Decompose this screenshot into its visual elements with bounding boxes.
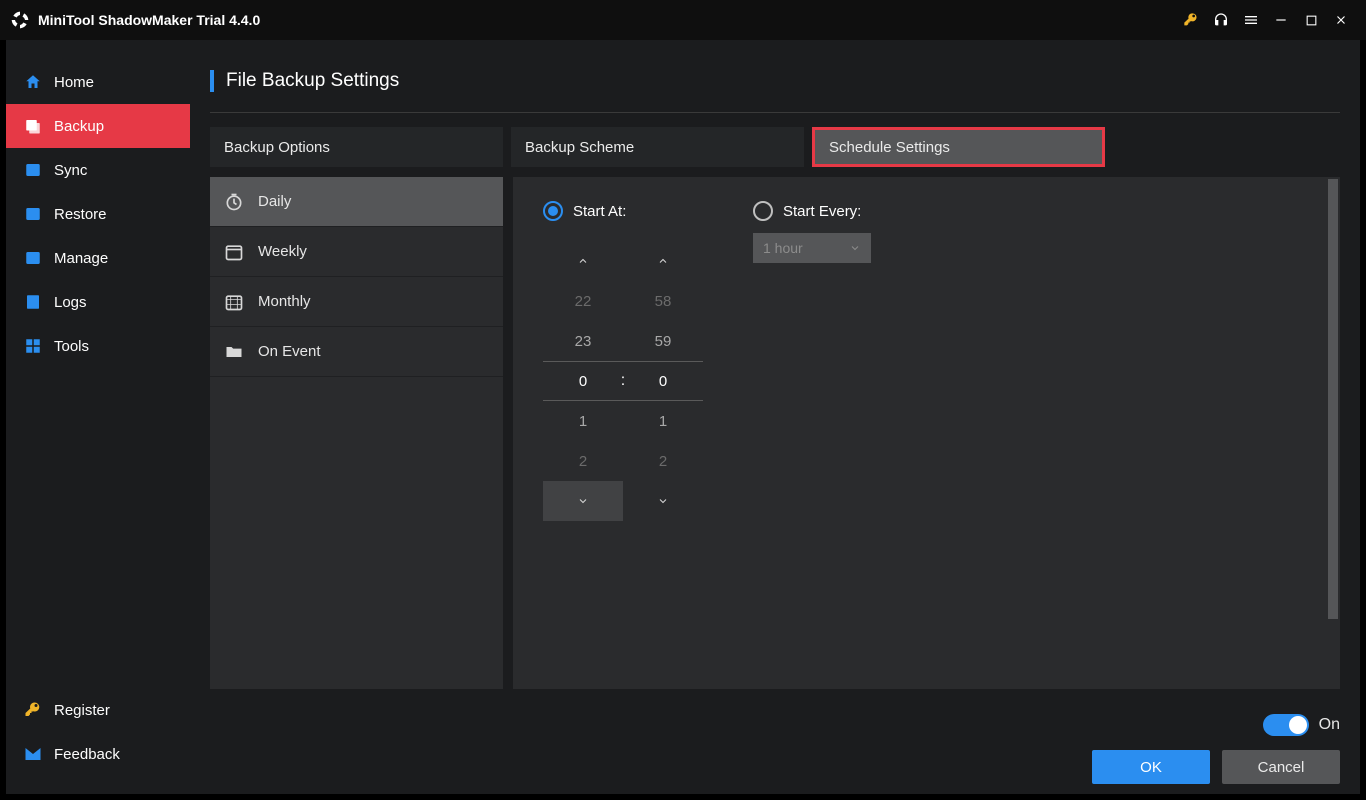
clock-icon xyxy=(224,192,244,212)
hour-option[interactable]: 23 xyxy=(543,321,623,361)
radio-icon xyxy=(753,201,773,221)
schedule-config-panel: Start At: 22 58 23 xyxy=(513,177,1340,689)
mail-icon xyxy=(24,745,42,763)
restore-icon xyxy=(24,205,42,223)
sidebar-item-restore[interactable]: Restore xyxy=(6,192,190,236)
toggle-label: On xyxy=(1319,716,1340,734)
app-title: MiniTool ShadowMaker Trial 4.4.0 xyxy=(38,12,260,28)
time-picker: 22 58 23 59 0 : 0 1 xyxy=(543,241,703,521)
tab-label: Backup Scheme xyxy=(525,139,634,156)
sidebar-item-label: Manage xyxy=(54,250,108,267)
schedule-toggle[interactable] xyxy=(1263,714,1309,736)
ok-button[interactable]: OK xyxy=(1092,750,1210,784)
freq-on-event[interactable]: On Event xyxy=(210,327,503,377)
sidebar-item-feedback[interactable]: Feedback xyxy=(6,732,190,776)
divider xyxy=(210,112,1340,113)
close-icon[interactable] xyxy=(1326,5,1356,35)
radio-icon xyxy=(543,201,563,221)
radio-start-at[interactable]: Start At: xyxy=(543,201,703,221)
minute-selected[interactable]: 0 xyxy=(623,361,703,401)
chevron-down-icon xyxy=(849,242,861,254)
freq-label: Weekly xyxy=(258,243,307,260)
app-logo-icon xyxy=(10,10,30,30)
frequency-panel: Daily Weekly Monthly On Event xyxy=(210,177,503,689)
page-title: File Backup Settings xyxy=(226,70,399,92)
key-icon xyxy=(24,701,42,719)
minute-up-button[interactable] xyxy=(623,241,703,281)
hour-selected[interactable]: 0 xyxy=(543,361,623,401)
freq-label: Monthly xyxy=(258,293,311,310)
minute-down-button[interactable] xyxy=(623,481,703,521)
maximize-icon[interactable] xyxy=(1296,5,1326,35)
hour-option[interactable]: 22 xyxy=(543,281,623,321)
sync-icon xyxy=(24,161,42,179)
tab-backup-options[interactable]: Backup Options xyxy=(210,127,503,167)
tools-icon xyxy=(24,337,42,355)
sidebar-item-backup[interactable]: Backup xyxy=(6,104,190,148)
minute-option[interactable]: 2 xyxy=(623,441,703,481)
main-panel: File Backup Settings Backup Options Back… xyxy=(190,40,1360,794)
sidebar-item-label: Tools xyxy=(54,338,89,355)
minimize-icon[interactable] xyxy=(1266,5,1296,35)
sidebar-item-register[interactable]: Register xyxy=(6,688,190,732)
sidebar-item-label: Logs xyxy=(54,294,87,311)
dropdown-value: 1 hour xyxy=(763,240,803,256)
minute-option[interactable]: 59 xyxy=(623,321,703,361)
sidebar-item-tools[interactable]: Tools xyxy=(6,324,190,368)
headset-icon[interactable] xyxy=(1206,5,1236,35)
button-label: OK xyxy=(1140,759,1162,776)
time-separator: : xyxy=(621,372,625,390)
radio-start-every[interactable]: Start Every: xyxy=(753,201,871,221)
hour-option[interactable]: 2 xyxy=(543,441,623,481)
hour-down-button[interactable] xyxy=(543,481,623,521)
tab-backup-scheme[interactable]: Backup Scheme xyxy=(511,127,804,167)
sidebar-item-sync[interactable]: Sync xyxy=(6,148,190,192)
sidebar: Home Backup Sync Restore Manage Logs Too… xyxy=(6,40,190,794)
cancel-button[interactable]: Cancel xyxy=(1222,750,1340,784)
tab-label: Backup Options xyxy=(224,139,330,156)
freq-weekly[interactable]: Weekly xyxy=(210,227,503,277)
hour-up-button[interactable] xyxy=(543,241,623,281)
freq-monthly[interactable]: Monthly xyxy=(210,277,503,327)
menu-icon[interactable] xyxy=(1236,5,1266,35)
freq-label: On Event xyxy=(258,343,321,360)
folder-icon xyxy=(224,342,244,362)
tab-label: Schedule Settings xyxy=(829,139,950,156)
key-icon[interactable] xyxy=(1176,5,1206,35)
sidebar-item-home[interactable]: Home xyxy=(6,60,190,104)
radio-label: Start Every: xyxy=(783,203,861,220)
interval-dropdown[interactable]: 1 hour xyxy=(753,233,871,263)
scrollbar[interactable] xyxy=(1328,179,1338,619)
home-icon xyxy=(24,73,42,91)
sidebar-item-logs[interactable]: Logs xyxy=(6,280,190,324)
tabs: Backup Options Backup Scheme Schedule Se… xyxy=(210,127,1340,167)
freq-daily[interactable]: Daily xyxy=(210,177,503,227)
button-label: Cancel xyxy=(1258,759,1305,776)
title-accent xyxy=(210,70,214,92)
tab-schedule-settings[interactable]: Schedule Settings xyxy=(812,127,1105,167)
radio-label: Start At: xyxy=(573,203,626,220)
sidebar-item-manage[interactable]: Manage xyxy=(6,236,190,280)
hour-option[interactable]: 1 xyxy=(543,401,623,441)
sidebar-item-label: Sync xyxy=(54,162,87,179)
footer: On OK Cancel xyxy=(1092,714,1340,784)
sidebar-item-label: Backup xyxy=(54,118,104,135)
sidebar-item-label: Home xyxy=(54,74,94,91)
freq-label: Daily xyxy=(258,193,291,210)
sidebar-item-label: Restore xyxy=(54,206,107,223)
logs-icon xyxy=(24,293,42,311)
minute-option[interactable]: 58 xyxy=(623,281,703,321)
backup-icon xyxy=(24,117,42,135)
minute-option[interactable]: 1 xyxy=(623,401,703,441)
calendar-grid-icon xyxy=(224,292,244,312)
sidebar-item-label: Feedback xyxy=(54,746,120,763)
titlebar: MiniTool ShadowMaker Trial 4.4.0 xyxy=(0,0,1366,40)
calendar-icon xyxy=(224,242,244,262)
manage-icon xyxy=(24,249,42,267)
sidebar-item-label: Register xyxy=(54,702,110,719)
